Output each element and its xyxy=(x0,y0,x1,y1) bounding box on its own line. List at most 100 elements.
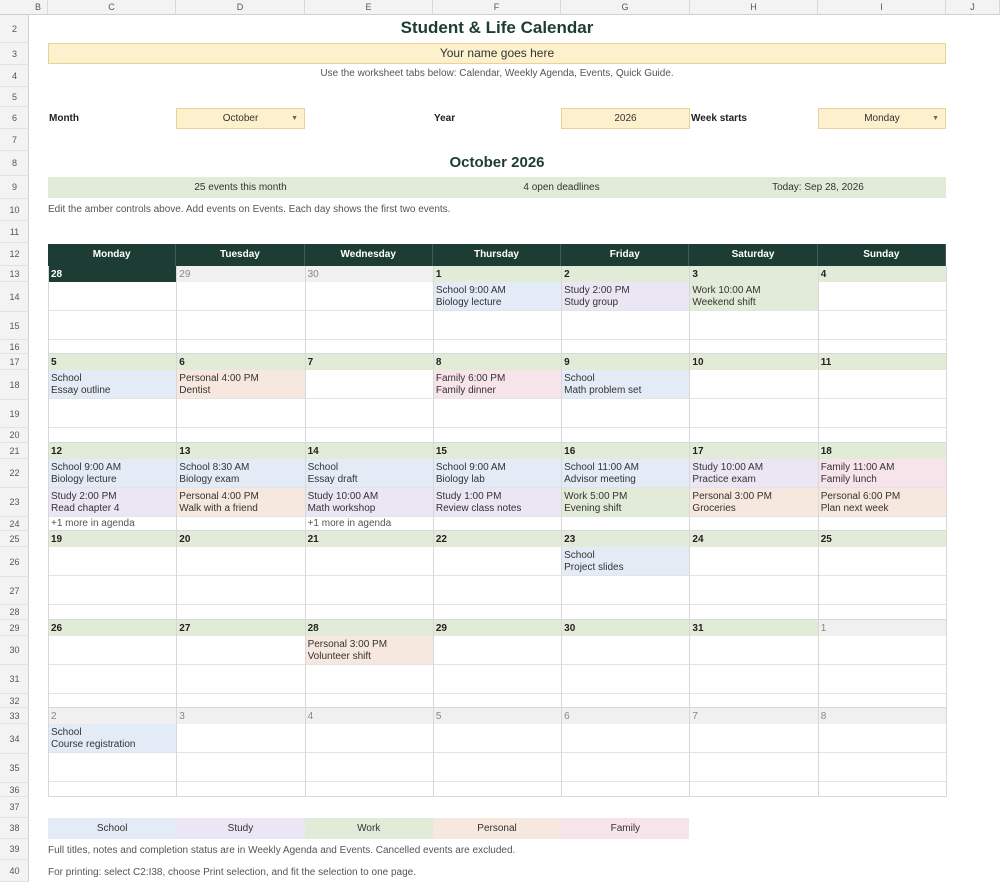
event-entry[interactable]: School 9:00 AM Biology lecture xyxy=(433,282,562,311)
event-entry[interactable]: School Math problem set xyxy=(562,370,690,399)
day-cell[interactable]: 11 xyxy=(818,354,947,443)
empty-event-slot[interactable] xyxy=(177,576,305,605)
empty-event-slot[interactable] xyxy=(818,311,946,340)
event-entry[interactable]: School 11:00 AM Advisor meeting xyxy=(562,459,690,488)
event-entry[interactable]: School 9:00 AM Biology lecture xyxy=(49,459,177,488)
empty-event-slot[interactable] xyxy=(177,547,305,576)
row-header-39[interactable]: 39 xyxy=(0,839,29,860)
day-cell[interactable]: 7 xyxy=(305,354,434,443)
day-cell[interactable]: 31 xyxy=(690,620,819,708)
row-header-36[interactable]: 36 xyxy=(0,783,29,797)
day-cell[interactable]: 4 xyxy=(818,266,947,354)
row-header-19[interactable]: 19 xyxy=(0,400,29,428)
empty-event-slot[interactable] xyxy=(433,665,562,694)
empty-event-slot[interactable] xyxy=(305,282,433,311)
column-header-d[interactable]: D xyxy=(176,0,305,15)
empty-event-slot[interactable] xyxy=(818,636,946,665)
day-cell[interactable]: 3 xyxy=(177,708,306,797)
day-cell[interactable]: 29 xyxy=(177,266,306,354)
event-entry[interactable]: Personal 6:00 PM Plan next week xyxy=(818,488,946,517)
empty-event-slot[interactable] xyxy=(690,311,818,340)
row-header-26[interactable]: 26 xyxy=(0,547,29,577)
event-entry[interactable]: Study 2:00 PM Study group xyxy=(562,282,690,311)
empty-event-slot[interactable] xyxy=(49,311,177,340)
day-cell[interactable]: 29 xyxy=(433,620,563,708)
empty-event-slot[interactable] xyxy=(177,665,305,694)
row-header-9[interactable]: 9 xyxy=(0,176,29,199)
empty-event-slot[interactable] xyxy=(177,753,305,782)
row-header-4[interactable]: 4 xyxy=(0,65,29,87)
row-header-11[interactable]: 11 xyxy=(0,221,29,243)
empty-event-slot[interactable] xyxy=(690,665,818,694)
event-entry[interactable]: Study 2:00 PM Read chapter 4 xyxy=(49,488,177,517)
event-entry[interactable]: Personal 4:00 PM Walk with a friend xyxy=(177,488,305,517)
empty-event-slot[interactable] xyxy=(690,547,818,576)
event-entry[interactable]: Family 11:00 AM Family lunch xyxy=(818,459,946,488)
day-cell[interactable]: 6 xyxy=(562,708,691,797)
day-cell[interactable]: 9 School Math problem set xyxy=(562,354,691,443)
column-header-c[interactable]: C xyxy=(48,0,176,15)
event-entry[interactable]: Personal 3:00 PM Volunteer shift xyxy=(305,636,433,665)
name-input[interactable]: Your name goes here xyxy=(48,43,946,64)
day-cell[interactable]: 19 xyxy=(49,531,178,620)
empty-event-slot[interactable] xyxy=(818,665,946,694)
day-cell[interactable]: 15 School 9:00 AM Biology lab Study 1:00 PM… xyxy=(433,443,563,531)
event-entry[interactable]: School Course registration xyxy=(49,724,177,753)
day-cell[interactable]: 30 xyxy=(305,266,434,354)
event-entry[interactable]: School Essay outline xyxy=(49,370,177,399)
event-entry[interactable]: School Essay draft xyxy=(305,459,433,488)
day-cell[interactable]: 22 xyxy=(433,531,563,620)
row-header-37[interactable]: 37 xyxy=(0,797,29,818)
row-header-40[interactable]: 40 xyxy=(0,860,29,882)
empty-event-slot[interactable] xyxy=(49,665,177,694)
empty-event-slot[interactable] xyxy=(305,753,433,782)
column-header-b[interactable]: B xyxy=(29,0,48,15)
empty-event-slot[interactable] xyxy=(562,311,690,340)
day-cell[interactable]: 7 xyxy=(690,708,819,797)
event-entry[interactable]: Personal 3:00 PM Groceries xyxy=(690,488,818,517)
day-cell[interactable]: 26 xyxy=(49,620,178,708)
day-cell[interactable]: 20 xyxy=(177,531,306,620)
empty-event-slot[interactable] xyxy=(177,399,305,428)
day-cell[interactable]: 3 Work 10:00 AM Weekend shift xyxy=(690,266,819,354)
day-cell[interactable]: 14 School Essay draft Study 10:00 AM Math wo… xyxy=(305,443,434,531)
empty-event-slot[interactable] xyxy=(562,665,690,694)
event-entry[interactable]: School Project slides xyxy=(562,547,690,576)
day-cell[interactable]: 12 School 9:00 AM Biology lecture Study 2:0… xyxy=(49,443,178,531)
row-header-28[interactable]: 28 xyxy=(0,605,29,620)
empty-event-slot[interactable] xyxy=(562,399,690,428)
day-cell[interactable]: 2 School Course registration xyxy=(49,708,178,797)
dropdown-arrow-icon[interactable]: ▼ xyxy=(291,109,298,128)
empty-event-slot[interactable] xyxy=(49,576,177,605)
empty-event-slot[interactable] xyxy=(690,753,818,782)
day-cell[interactable]: 5 School Essay outline xyxy=(49,354,178,443)
row-header-34[interactable]: 34 xyxy=(0,724,29,754)
event-entry[interactable]: Study 10:00 AM Practice exam xyxy=(690,459,818,488)
event-entry[interactable]: School 9:00 AM Biology lab xyxy=(433,459,562,488)
day-cell[interactable]: 13 School 8:30 AM Biology exam Personal 4:0… xyxy=(177,443,306,531)
empty-event-slot[interactable] xyxy=(433,311,562,340)
empty-event-slot[interactable] xyxy=(177,282,305,311)
empty-event-slot[interactable] xyxy=(49,636,177,665)
more-in-agenda-link[interactable]: +1 more in agenda xyxy=(306,517,433,531)
empty-event-slot[interactable] xyxy=(690,399,818,428)
row-header-16[interactable]: 16 xyxy=(0,340,29,354)
row-header-27[interactable]: 27 xyxy=(0,577,29,605)
empty-event-slot[interactable] xyxy=(690,724,818,753)
row-header-23[interactable]: 23 xyxy=(0,488,29,517)
row-header-31[interactable]: 31 xyxy=(0,665,29,694)
empty-event-slot[interactable] xyxy=(49,753,177,782)
row-header-3[interactable]: 3 xyxy=(0,43,29,65)
week-starts-dropdown[interactable]: Monday ▼ xyxy=(818,108,946,129)
day-cell[interactable]: 4 xyxy=(305,708,434,797)
day-cell[interactable]: 1 xyxy=(818,620,947,708)
row-header-38[interactable]: 38 xyxy=(0,818,29,839)
more-in-agenda-link[interactable]: +1 more in agenda xyxy=(49,517,176,531)
row-header-20[interactable]: 20 xyxy=(0,428,29,443)
row-header-35[interactable]: 35 xyxy=(0,754,29,783)
day-cell[interactable]: 30 xyxy=(562,620,691,708)
empty-event-slot[interactable] xyxy=(305,547,433,576)
empty-event-slot[interactable] xyxy=(433,399,562,428)
row-header-7[interactable]: 7 xyxy=(0,129,29,151)
event-entry[interactable]: Study 10:00 AM Math workshop xyxy=(305,488,433,517)
